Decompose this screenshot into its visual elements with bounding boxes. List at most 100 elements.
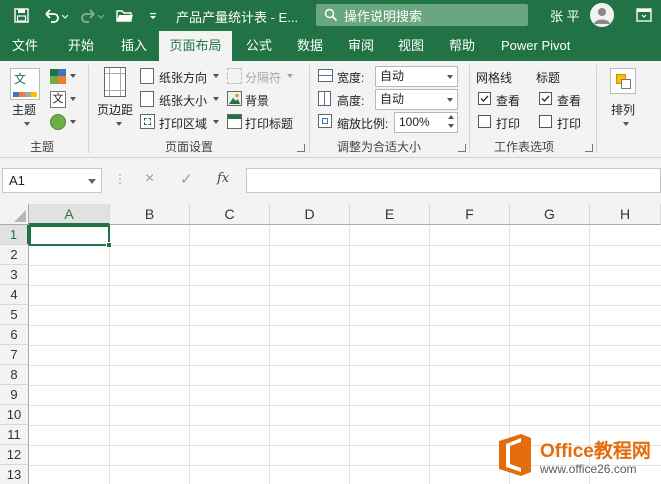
- tab-view[interactable]: 视图: [398, 31, 424, 61]
- gridlines-print-label[interactable]: 打印: [496, 115, 520, 132]
- row-header-7[interactable]: 7: [0, 345, 29, 365]
- column-header-H[interactable]: H: [590, 204, 661, 225]
- scale-value: 100%: [399, 115, 430, 129]
- chevron-down-icon[interactable]: [88, 179, 96, 184]
- tab-help[interactable]: 帮助: [449, 31, 475, 61]
- row-header-10[interactable]: 10: [0, 405, 29, 425]
- background-button[interactable]: 背景: [245, 92, 269, 109]
- save-icon[interactable]: [10, 0, 32, 31]
- gridline: [29, 325, 661, 326]
- chevron-down-icon: [70, 97, 76, 101]
- row-header-5[interactable]: 5: [0, 305, 29, 325]
- height-icon: [318, 91, 331, 106]
- tab-formulas[interactable]: 公式: [246, 31, 272, 61]
- breaks-button[interactable]: 分隔符: [245, 69, 281, 86]
- redo-icon[interactable]: [78, 0, 106, 31]
- row-header-9[interactable]: 9: [0, 385, 29, 405]
- group-label-scale: 调整为合适大小: [337, 140, 422, 154]
- tab-insert[interactable]: 插入: [121, 31, 147, 61]
- row-header-12[interactable]: 12: [0, 445, 29, 465]
- print-area-button[interactable]: 打印区域: [159, 115, 207, 132]
- themes-button[interactable]: 主题: [12, 101, 36, 118]
- row-header-8[interactable]: 8: [0, 365, 29, 385]
- headings-view-label[interactable]: 查看: [557, 92, 581, 109]
- arrange-button[interactable]: 排列: [611, 101, 635, 118]
- spin-up-icon[interactable]: [448, 115, 454, 119]
- width-value: 自动: [380, 69, 405, 83]
- open-folder-icon[interactable]: [114, 0, 136, 31]
- user-name[interactable]: 张 平: [550, 6, 580, 25]
- row-header-2[interactable]: 2: [0, 245, 29, 265]
- undo-icon[interactable]: [40, 0, 70, 31]
- ribbon-display-options-icon[interactable]: [634, 6, 654, 24]
- paper-size-button[interactable]: 纸张大小: [159, 92, 207, 109]
- row-header-1[interactable]: 1: [0, 225, 29, 245]
- tab-data[interactable]: 数据: [297, 31, 323, 61]
- row-header-13[interactable]: 13: [0, 465, 29, 484]
- watermark-url: www.office26.com: [540, 462, 637, 476]
- page-setup-launcher-icon[interactable]: [297, 144, 305, 152]
- title-bar: 产品产量统计表 - E... 操作说明搜索 张 平: [0, 0, 661, 31]
- gridline: [29, 425, 661, 426]
- chevron-down-icon: [70, 120, 76, 124]
- print-titles-button[interactable]: 打印标题: [245, 115, 293, 132]
- orientation-button[interactable]: 纸张方向: [159, 69, 207, 86]
- gridlines-print-checkbox[interactable]: [478, 115, 491, 128]
- gridline: [29, 365, 661, 366]
- column-header-F[interactable]: F: [430, 204, 510, 225]
- column-header-A[interactable]: A: [29, 204, 110, 225]
- select-all-corner[interactable]: [0, 204, 29, 225]
- fill-handle[interactable]: [106, 242, 112, 248]
- row-header-3[interactable]: 3: [0, 265, 29, 285]
- window-title: 产品产量统计表 - E...: [176, 10, 299, 25]
- headings-print-checkbox[interactable]: [539, 115, 552, 128]
- tab-review[interactable]: 审阅: [348, 31, 374, 61]
- tab-page-layout[interactable]: 页面布局: [159, 31, 232, 61]
- theme-effects-icon[interactable]: [50, 114, 66, 130]
- row-header-4[interactable]: 4: [0, 285, 29, 305]
- column-header-C[interactable]: C: [190, 204, 270, 225]
- margins-button[interactable]: 页边距: [97, 101, 133, 118]
- theme-colors-icon[interactable]: [50, 69, 66, 84]
- tell-me-search[interactable]: 操作说明搜索: [316, 4, 528, 26]
- tab-home[interactable]: 开始: [68, 31, 94, 61]
- gridlines-heading: 网格线: [476, 71, 513, 85]
- arrange-icon[interactable]: [610, 68, 636, 94]
- column-header-B[interactable]: B: [110, 204, 190, 225]
- headings-view-checkbox[interactable]: [539, 92, 552, 105]
- cancel-icon[interactable]: ×: [145, 170, 154, 188]
- ribbon-page-layout: 文 主题 文 主题 页边距 纸张方向 纸张大小 打印区域 分隔符 背景 打印标题…: [0, 61, 661, 158]
- gridlines-view-label[interactable]: 查看: [496, 92, 520, 109]
- name-box[interactable]: A1: [2, 168, 102, 193]
- column-header-D[interactable]: D: [270, 204, 350, 225]
- themes-icon[interactable]: 文: [10, 68, 40, 100]
- column-header-E[interactable]: E: [350, 204, 430, 225]
- height-dropdown[interactable]: 自动: [375, 89, 458, 110]
- column-header-G[interactable]: G: [510, 204, 590, 225]
- scale-icon: [318, 114, 332, 128]
- headings-print-label[interactable]: 打印: [557, 115, 581, 132]
- margins-icon[interactable]: [104, 67, 126, 97]
- gridlines-view-checkbox[interactable]: [478, 92, 491, 105]
- tab-file[interactable]: 文件: [12, 31, 38, 61]
- width-dropdown[interactable]: 自动: [375, 66, 458, 87]
- group-divider: [309, 65, 310, 153]
- enter-icon[interactable]: ✓: [180, 170, 193, 188]
- height-value: 自动: [380, 92, 405, 106]
- scale-spinner[interactable]: 100%: [394, 112, 458, 133]
- customize-qat-icon[interactable]: [146, 0, 160, 31]
- formula-input[interactable]: [246, 168, 661, 193]
- avatar[interactable]: [590, 3, 614, 27]
- more-options-icon[interactable]: ⋮: [114, 172, 126, 186]
- row-header-6[interactable]: 6: [0, 325, 29, 345]
- tab-power-pivot[interactable]: Power Pivot: [501, 31, 570, 61]
- scale-launcher-icon[interactable]: [458, 144, 466, 152]
- active-cell-a1[interactable]: [29, 225, 110, 246]
- width-icon: [318, 69, 333, 82]
- row-header-11[interactable]: 11: [0, 425, 29, 445]
- spin-down-icon[interactable]: [448, 124, 454, 128]
- insert-function-icon[interactable]: fx: [217, 171, 229, 186]
- gridline: [29, 265, 661, 266]
- theme-fonts-icon[interactable]: 文: [50, 91, 66, 108]
- sheet-options-launcher-icon[interactable]: [585, 144, 593, 152]
